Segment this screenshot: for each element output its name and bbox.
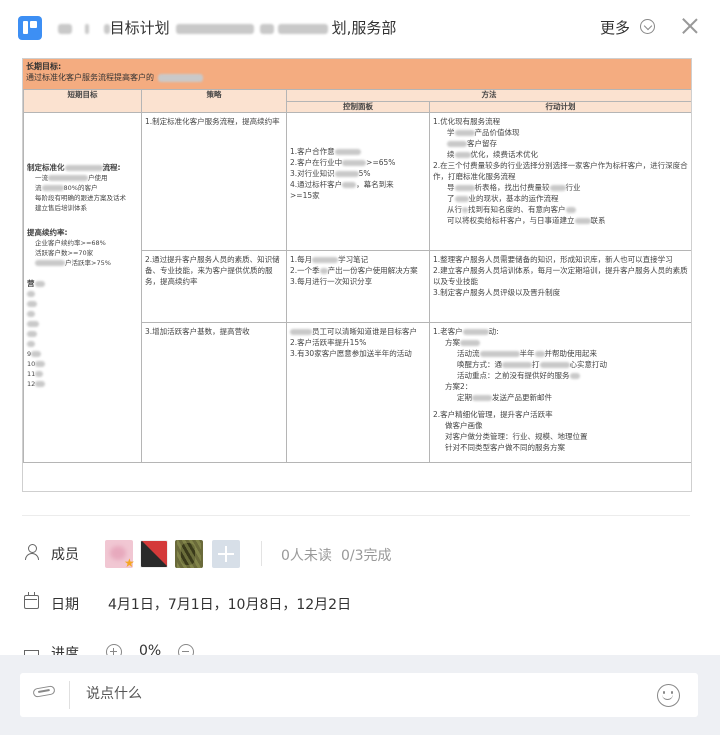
person-icon bbox=[24, 544, 40, 560]
goal-title: 提高续约率: bbox=[27, 228, 68, 237]
strategy-cell: 1.制定标准化客户服务流程，提高续约率 bbox=[141, 112, 287, 251]
control-panel-cell: 员工可以清晰知道谁是目标客户 2.客户活跃率提升15% 3.有30家客户愿意参加… bbox=[286, 322, 430, 463]
comment-input[interactable] bbox=[86, 686, 606, 702]
divider bbox=[22, 515, 690, 516]
header-action-plan: 行动计划 bbox=[429, 100, 691, 113]
goal-sub: 活跃客户数>=70家 bbox=[35, 249, 94, 257]
long-term-label: 长期目标: bbox=[26, 62, 62, 71]
title-text: 目标计划 bbox=[109, 19, 170, 37]
header-control-panel: 控制面板 bbox=[286, 100, 430, 113]
more-button[interactable]: 更多 bbox=[600, 17, 630, 38]
long-term-goal-banner: 长期目标: 通过标准化客户服务流程提高客户的 bbox=[23, 59, 691, 89]
action-plan-cell: 1.老客户 动: 方案 活动流 半年 并帮助使用起来 唤醒方式：通打心实意打动 活动重… bbox=[429, 322, 691, 463]
header-strategy: 策略 bbox=[141, 89, 287, 113]
redacted-text bbox=[84, 23, 89, 34]
avatar[interactable] bbox=[175, 540, 203, 568]
redacted-text bbox=[259, 23, 274, 34]
plan-table: 短期目标 策略 方法 控制面板 行动计划 制定标准化 流程: 一流 户使用 流 80%… bbox=[23, 89, 691, 463]
short-term-goals-cell: 制定标准化 流程: 一流 户使用 流 80%的客户 每阶段有明确的跟进方案及话术 建立… bbox=[23, 112, 142, 463]
complete-count[interactable]: 0/3完成 bbox=[341, 545, 392, 565]
redacted-list bbox=[27, 289, 138, 299]
strategy-cell: 3.增加活跃客户基数，提高营收 bbox=[141, 322, 287, 463]
header-method: 方法 bbox=[286, 89, 691, 102]
page-title: 目标计划 划,服务部 bbox=[58, 17, 396, 38]
dates-value[interactable]: 4月1日，7月1日，10月8日，12月2日 bbox=[108, 594, 351, 614]
long-term-text: 通过标准化客户服务流程提高客户的 bbox=[26, 73, 154, 82]
goal-sub: 流 80%的客户 bbox=[35, 184, 98, 192]
dates-label: 日期 bbox=[51, 597, 79, 613]
redacted-text bbox=[277, 23, 328, 34]
add-member-button[interactable] bbox=[212, 540, 240, 568]
redacted-text bbox=[175, 23, 254, 34]
redacted-text bbox=[158, 74, 203, 82]
redacted-text bbox=[103, 23, 110, 34]
goal-title: 营 bbox=[27, 278, 138, 289]
redacted-text bbox=[58, 23, 72, 34]
control-panel-cell: 1.每月 学习笔记 2.一个季 产出一份客户使用解决方案 3.每月进行一次知识分享 bbox=[286, 250, 430, 323]
app-logo-icon bbox=[18, 16, 42, 40]
action-plan-cell: 1.优化现有服务流程 学产品价值体现 客户留存 续优化，续费话术优化 2.在三个… bbox=[429, 112, 691, 251]
action-plan-cell: 1.整理客户服务人员需要储备的知识，形成知识库，新人也可以直接学习 2.建立客户… bbox=[429, 250, 691, 323]
document-preview[interactable]: 长期目标: 通过标准化客户服务流程提高客户的 短期目标 策略 方法 控制面板 行… bbox=[22, 58, 692, 492]
divider bbox=[261, 541, 262, 566]
divider bbox=[69, 681, 70, 709]
emoji-icon[interactable] bbox=[657, 684, 680, 707]
goal-sub: 一流 户使用 bbox=[35, 174, 108, 182]
unread-count[interactable]: 0人未读 bbox=[281, 545, 332, 565]
avatar[interactable] bbox=[140, 540, 168, 568]
members-label: 成员 bbox=[51, 547, 79, 563]
header-short-term: 短期目标 bbox=[23, 89, 142, 113]
title-text: 划,服务部 bbox=[331, 19, 397, 37]
star-icon: ★ bbox=[124, 556, 135, 570]
chevron-down-icon[interactable] bbox=[640, 19, 655, 34]
goal-sub: 建立售后培训体系 bbox=[35, 204, 87, 212]
calendar-icon bbox=[24, 592, 39, 609]
goal-title: 制定标准化 流程: bbox=[27, 163, 121, 172]
goal-sub: 户活跃率>75% bbox=[27, 258, 138, 268]
strategy-cell: 2.通过提升客户服务人员的素质、知识储备、专业技能，来为客户提供优质的服务，提高… bbox=[141, 250, 287, 323]
control-panel-cell: 1.客户合作意 2.客户在行业中 >=65% 3.对行业知识 5% 4.通过标杆客户… bbox=[286, 112, 430, 251]
goal-sub: 每阶段有明确的跟进方案及话术 bbox=[35, 194, 126, 202]
close-icon[interactable] bbox=[680, 16, 700, 36]
goal-sub: 企业客户续约率>=68% bbox=[35, 239, 106, 247]
window-header: 目标计划 划,服务部 更多 bbox=[0, 0, 720, 56]
